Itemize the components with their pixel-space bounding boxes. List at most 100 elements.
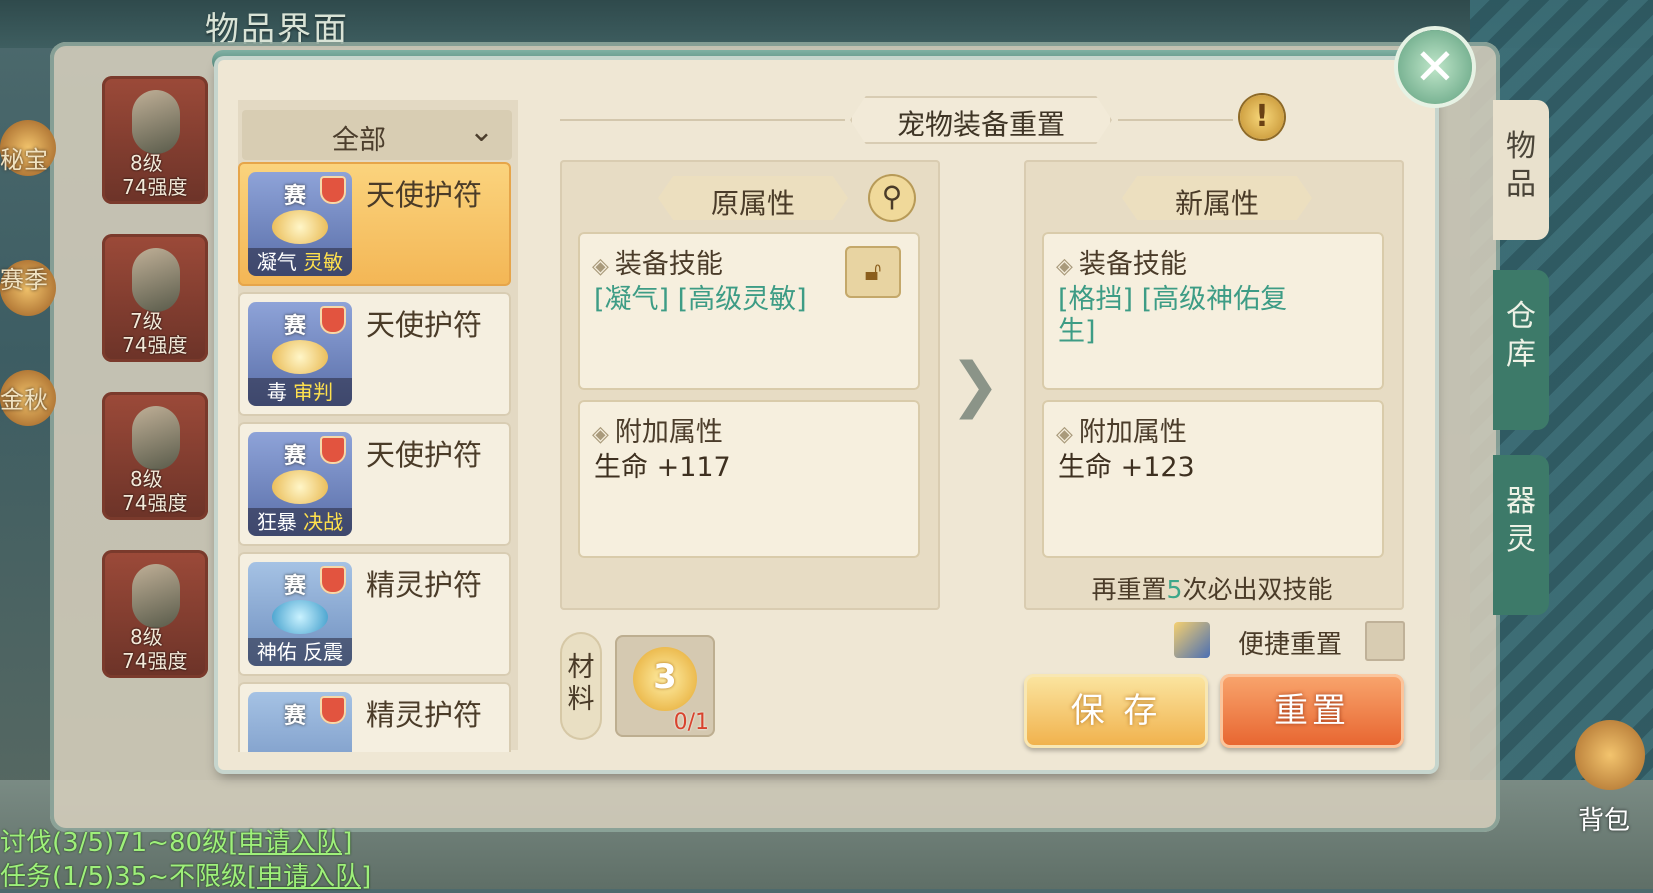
new-header-text: 新属性 xyxy=(1174,187,1259,220)
list-item[interactable]: 赛 凝气 灵敏 天使护符 xyxy=(238,162,511,286)
skill-tag: 神佑 xyxy=(256,640,297,664)
activity-label: 金秋 xyxy=(0,386,48,414)
attr-title-text: 附加属性 xyxy=(614,417,723,448)
original-attr-box: ◈ 附加属性 生命 +117 xyxy=(578,400,920,558)
material-tab: 材料 xyxy=(560,632,602,740)
new-header: 新属性 xyxy=(1122,176,1312,220)
guarantee-hint: 再重置5次必出双技能 xyxy=(1022,570,1402,606)
skill-value: [格挡] [高级神佑复生] xyxy=(1058,284,1288,347)
original-header-text: 原属性 xyxy=(710,187,795,220)
season-badge: 赛 xyxy=(284,314,307,339)
inventory-item[interactable]: 8级 74强度 xyxy=(102,76,208,204)
skill-tag: 狂暴 xyxy=(256,510,297,534)
dialog-title: 宠物装备重置 xyxy=(850,96,1112,144)
material-slot[interactable]: 3 0/1 xyxy=(615,635,715,737)
material-count: 0/1 xyxy=(673,710,709,735)
team-line[interactable]: 任务(1/5)35~不限级[申请入队] xyxy=(0,856,371,893)
inventory-item[interactable]: 8级 74强度 xyxy=(102,550,208,678)
shield-icon xyxy=(320,176,346,204)
bracer-icon xyxy=(132,406,180,470)
item-name: 天使护符 xyxy=(366,308,483,342)
tab-label: 仓库 xyxy=(1506,299,1536,372)
item-strength: 74强度 xyxy=(122,175,188,199)
attr-title: ◈ 附加属性 xyxy=(592,410,723,449)
tab-warehouse[interactable]: 仓库 xyxy=(1493,270,1549,430)
spirit-amulet-icon xyxy=(272,600,328,634)
diamond-icon: ◈ xyxy=(592,254,609,279)
reset-stone-number: 3 xyxy=(653,657,677,697)
activity-label: 秘宝 xyxy=(0,146,48,174)
season-badge: 赛 xyxy=(284,704,307,729)
dialog-title-text: 宠物装备重置 xyxy=(896,108,1065,141)
skill-title: ◈ 装备技能 xyxy=(1056,242,1187,281)
hint-prefix: 再重置 xyxy=(1091,575,1167,604)
skill-tag: 凝气 xyxy=(256,250,297,274)
item-strength: 74强度 xyxy=(122,333,188,357)
filter-dropdown[interactable]: 全部 ⌄ xyxy=(242,110,512,160)
necklace-icon xyxy=(132,248,180,312)
hint-count: 5 xyxy=(1166,575,1183,604)
quick-reset-label: 便捷重置 xyxy=(1238,630,1343,660)
staff-icon xyxy=(132,90,180,154)
skill-tag: 决战 xyxy=(303,510,344,534)
tab-label: 物品 xyxy=(1506,129,1536,202)
material-tab-label: 材料 xyxy=(567,652,595,715)
equipment-list[interactable]: 赛 凝气 灵敏 天使护符 赛 毒 审判 天使护符 赛 狂暴 决战 天使护符 赛 … xyxy=(238,162,515,752)
reset-button[interactable]: 重置 xyxy=(1220,674,1404,748)
attr-value: 生命 +117 xyxy=(594,452,731,483)
tab-spirit[interactable]: 器灵 xyxy=(1493,455,1549,615)
apply-join-link[interactable]: [申请入队] xyxy=(247,862,371,892)
list-item[interactable]: 赛 精灵护符 xyxy=(238,682,511,752)
item-name: 精灵护符 xyxy=(366,568,483,602)
close-button[interactable]: ✕ xyxy=(1398,30,1472,104)
inventory-item[interactable]: 8级 74强度 xyxy=(102,392,208,520)
skill-tags: 凝气 灵敏 xyxy=(248,248,352,276)
search-button[interactable]: ⚲ xyxy=(868,174,916,222)
amulet-icon: 赛 神佑 反震 xyxy=(248,562,352,666)
bag-icon[interactable] xyxy=(1575,720,1645,790)
team-line-text: 讨伐(3/5)71~80级 xyxy=(0,828,229,858)
apply-join-link[interactable]: [申请入队] xyxy=(228,828,352,858)
quick-reset-checkbox[interactable] xyxy=(1365,621,1405,661)
season-badge: 赛 xyxy=(284,184,307,209)
skill-tag: 审判 xyxy=(293,380,334,404)
skill-title-text: 装备技能 xyxy=(1078,249,1187,280)
tab-label: 器灵 xyxy=(1506,484,1536,557)
filter-label: 全部 xyxy=(332,125,386,156)
item-name: 精灵护符 xyxy=(366,698,483,732)
info-button[interactable]: ! xyxy=(1240,95,1284,139)
amulet-icon: 赛 毒 审判 xyxy=(248,302,352,406)
lock-button[interactable]: 🔓︎ xyxy=(845,246,901,298)
amulet-icon: 赛 狂暴 决战 xyxy=(248,432,352,536)
team-line[interactable]: 讨伐(3/5)71~80级[申请入队] xyxy=(0,822,352,859)
skill-tags: 狂暴 决战 xyxy=(248,508,352,536)
item-strength: 74强度 xyxy=(122,491,188,515)
magnifier-icon: ⚲ xyxy=(881,180,903,213)
item-name: 天使护符 xyxy=(366,438,483,472)
tab-items[interactable]: 物品 xyxy=(1493,100,1549,240)
team-line-text: 任务(1/5)35~不限级 xyxy=(0,862,248,892)
skill-tags: 神佑 反震 xyxy=(248,638,352,666)
item-strength: 74强度 xyxy=(122,649,188,673)
list-item[interactable]: 赛 毒 审判 天使护符 xyxy=(238,292,511,416)
list-item[interactable]: 赛 神佑 反震 精灵护符 xyxy=(238,552,511,676)
amulet-icon: 赛 凝气 灵敏 xyxy=(248,172,352,276)
skill-tag: 灵敏 xyxy=(303,250,344,274)
inventory-item[interactable]: 7级 74强度 xyxy=(102,234,208,362)
attr-title-text: 附加属性 xyxy=(1078,417,1187,448)
close-icon: ✕ xyxy=(1414,38,1456,96)
save-button[interactable]: 保 存 xyxy=(1024,674,1208,748)
shield-icon xyxy=(320,306,346,334)
shield-icon xyxy=(320,696,346,724)
shield-icon xyxy=(320,436,346,464)
new-skill-box: ◈ 装备技能 [格挡] [高级神佑复生] xyxy=(1042,232,1384,390)
ring-icon xyxy=(132,564,180,628)
attr-title: ◈ 附加属性 xyxy=(1056,410,1187,449)
item-name: 天使护符 xyxy=(366,178,483,212)
season-badge: 赛 xyxy=(284,444,307,469)
list-item[interactable]: 赛 狂暴 决战 天使护符 xyxy=(238,422,511,546)
activity-label: 赛季 xyxy=(0,266,48,294)
attr-value: 生命 +123 xyxy=(1058,452,1195,483)
diamond-icon: ◈ xyxy=(592,422,609,447)
title-divider xyxy=(560,119,845,121)
